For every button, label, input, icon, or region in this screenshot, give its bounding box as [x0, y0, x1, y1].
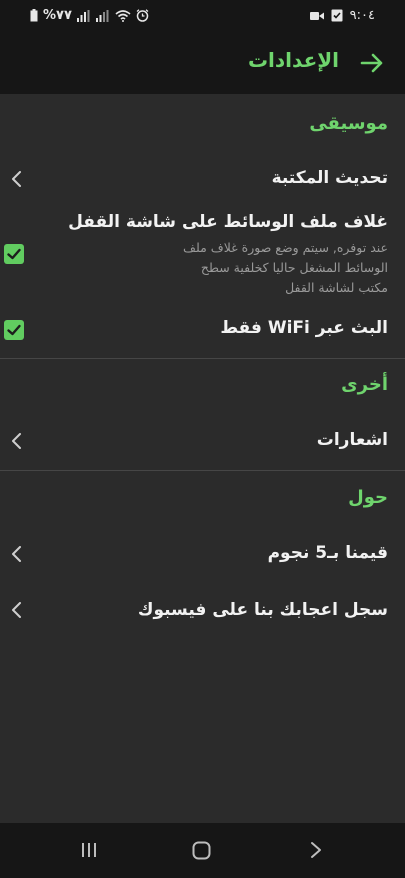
library-update-label: تحديث المكتبة: [271, 168, 388, 188]
chevron-left-icon: [12, 602, 21, 618]
chevron-left-icon: [12, 171, 21, 187]
section-header-other: أخرى: [341, 374, 388, 395]
app-bar: الإعدادات: [0, 32, 405, 94]
rate-label: قيمنا بـ5 نجوم: [267, 543, 388, 563]
divider: [0, 470, 405, 471]
checklist-icon: [331, 9, 343, 22]
wifi-only-checkbox[interactable]: [4, 320, 24, 340]
lockscreen-cover-label: غلاف ملف الوسائط على شاشة القفل: [68, 212, 388, 232]
system-nav-bar: [0, 823, 405, 878]
back-icon[interactable]: [309, 841, 323, 859]
facebook-label: سجل اعجابك بنا على فيسبوك: [137, 600, 388, 620]
battery-percent: %٧٧: [43, 8, 72, 23]
signal-icon: [76, 9, 90, 22]
check-icon: [7, 248, 21, 260]
alarm-icon: [136, 9, 149, 22]
chevron-left-icon: [12, 546, 21, 562]
recents-icon[interactable]: [80, 841, 98, 859]
video-icon: [309, 11, 324, 20]
home-icon[interactable]: [192, 841, 211, 860]
settings-screen: %٧٧ ٩:٠٤ الإعدادات موسيقى تحديث المكتبة …: [0, 0, 405, 878]
arrow-right-icon[interactable]: [359, 50, 385, 76]
notifications-label: اشعارات: [316, 430, 388, 450]
clock: ٩:٠٤: [349, 8, 375, 23]
divider: [0, 358, 405, 359]
status-bar: %٧٧ ٩:٠٤: [0, 0, 405, 32]
wifi-icon: [115, 9, 131, 22]
page-title: الإعدادات: [247, 48, 339, 72]
wifi-only-label: البث عبر WiFi فقط: [220, 318, 388, 338]
section-header-music: موسيقى: [309, 113, 388, 134]
status-left: %٧٧: [30, 8, 149, 23]
signal-icon: [95, 9, 109, 22]
chevron-left-icon: [12, 433, 21, 449]
section-header-about: حول: [348, 487, 388, 508]
battery-icon: [30, 9, 38, 22]
check-icon: [7, 324, 21, 336]
lockscreen-cover-description: عند توفره, سيتم وضع صورة غلاف ملف الوسائ…: [183, 240, 388, 295]
status-right: ٩:٠٤: [309, 8, 375, 23]
lockscreen-cover-checkbox[interactable]: [4, 244, 24, 264]
